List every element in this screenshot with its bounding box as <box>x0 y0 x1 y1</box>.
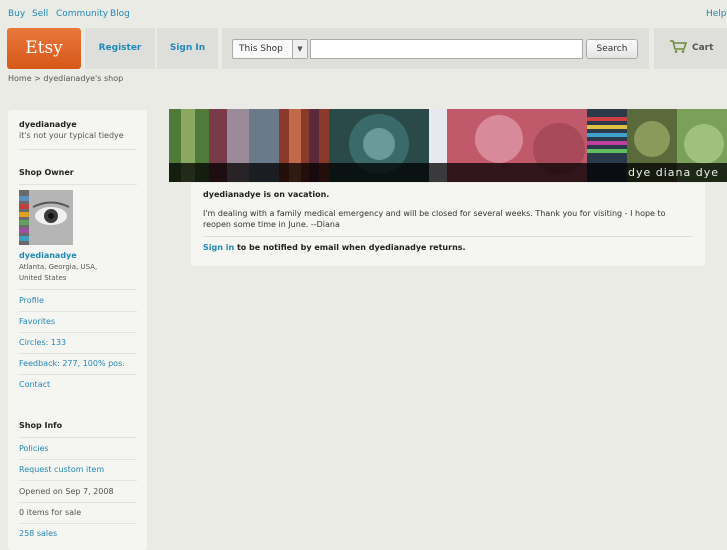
divider <box>19 289 137 290</box>
search-input[interactable] <box>310 39 583 59</box>
search-scope-label: This Shop <box>239 44 283 54</box>
header-bar: Etsy Register Sign In This Shop ▼ Search… <box>0 28 727 70</box>
nav-sell-link[interactable]: Sell <box>32 9 48 19</box>
avatar-photo <box>19 190 73 245</box>
request-custom-item-link[interactable]: Request custom item <box>19 465 104 474</box>
cart-label: Cart <box>692 43 714 53</box>
divider <box>19 502 137 503</box>
shop-tagline: it's not your typical tiedye <box>19 131 124 140</box>
chevron-down-icon[interactable]: ▼ <box>292 40 307 58</box>
divider <box>19 437 137 438</box>
nav-blog-link[interactable]: Blog <box>110 9 130 19</box>
nav-buy-link[interactable]: Buy <box>8 9 25 19</box>
shop-sidebar: dyedianadye it's not your typical tiedye… <box>8 110 147 550</box>
policies-link[interactable]: Policies <box>19 444 49 453</box>
notify-line: Sign in to be notified by email when dye… <box>203 243 466 252</box>
feedback-link[interactable]: Feedback: 277, 100% pos. <box>19 359 125 368</box>
vacation-notice: dyedianadye is on vacation. I'm dealing … <box>191 183 705 266</box>
opened-date: Opened on Sep 7, 2008 <box>19 487 114 496</box>
search-button[interactable]: Search <box>586 39 638 59</box>
owner-location: Atlanta, Georgia, USA, <box>19 263 98 271</box>
divider <box>19 184 137 185</box>
nav-community-link[interactable]: Community <box>56 9 108 19</box>
search-bar: This Shop ▼ Search <box>222 28 649 69</box>
divider <box>19 459 137 460</box>
breadcrumb: Home > dyedianadye's shop <box>8 74 124 83</box>
notify-text: to be notified by email when dyedianadye… <box>234 243 466 252</box>
divider <box>19 149 137 150</box>
shop-owner-heading: Shop Owner <box>19 168 74 177</box>
divider <box>19 374 137 375</box>
nav-help-link[interactable]: Help <box>706 9 727 19</box>
owner-name-link[interactable]: dyedianadye <box>19 251 77 260</box>
cart-icon <box>670 40 687 53</box>
contact-link[interactable]: Contact <box>19 380 50 389</box>
owner-avatar[interactable] <box>19 190 73 245</box>
vacation-message: I'm dealing with a family medical emerge… <box>203 209 666 229</box>
shop-name: dyedianadye <box>19 120 77 129</box>
circles-link[interactable]: Circles: 133 <box>19 338 66 347</box>
divider <box>19 353 137 354</box>
items-for-sale: 0 items for sale <box>19 508 82 517</box>
divider <box>19 311 137 312</box>
etsy-logo[interactable]: Etsy <box>7 28 81 69</box>
sign-in-button[interactable]: Sign In <box>157 28 218 69</box>
divider <box>19 523 137 524</box>
favorites-link[interactable]: Favorites <box>19 317 55 326</box>
search-scope-select[interactable]: This Shop ▼ <box>232 39 308 59</box>
shop-banner: dye diana dye <box>169 109 727 182</box>
shop-info-heading: Shop Info <box>19 421 63 430</box>
divider <box>203 236 693 237</box>
top-nav: Buy Sell Community Blog Help <box>0 0 727 28</box>
vacation-heading: dyedianadye is on vacation. <box>203 190 330 199</box>
profile-link[interactable]: Profile <box>19 296 44 305</box>
register-button[interactable]: Register <box>85 28 155 69</box>
notify-sign-in-link[interactable]: Sign in <box>203 243 234 252</box>
divider <box>19 480 137 481</box>
cart-button[interactable]: Cart <box>654 28 727 69</box>
divider <box>19 332 137 333</box>
sales-link[interactable]: 258 sales <box>19 529 57 538</box>
banner-title: dye diana dye <box>169 163 727 182</box>
owner-location-country: United States <box>19 274 67 282</box>
